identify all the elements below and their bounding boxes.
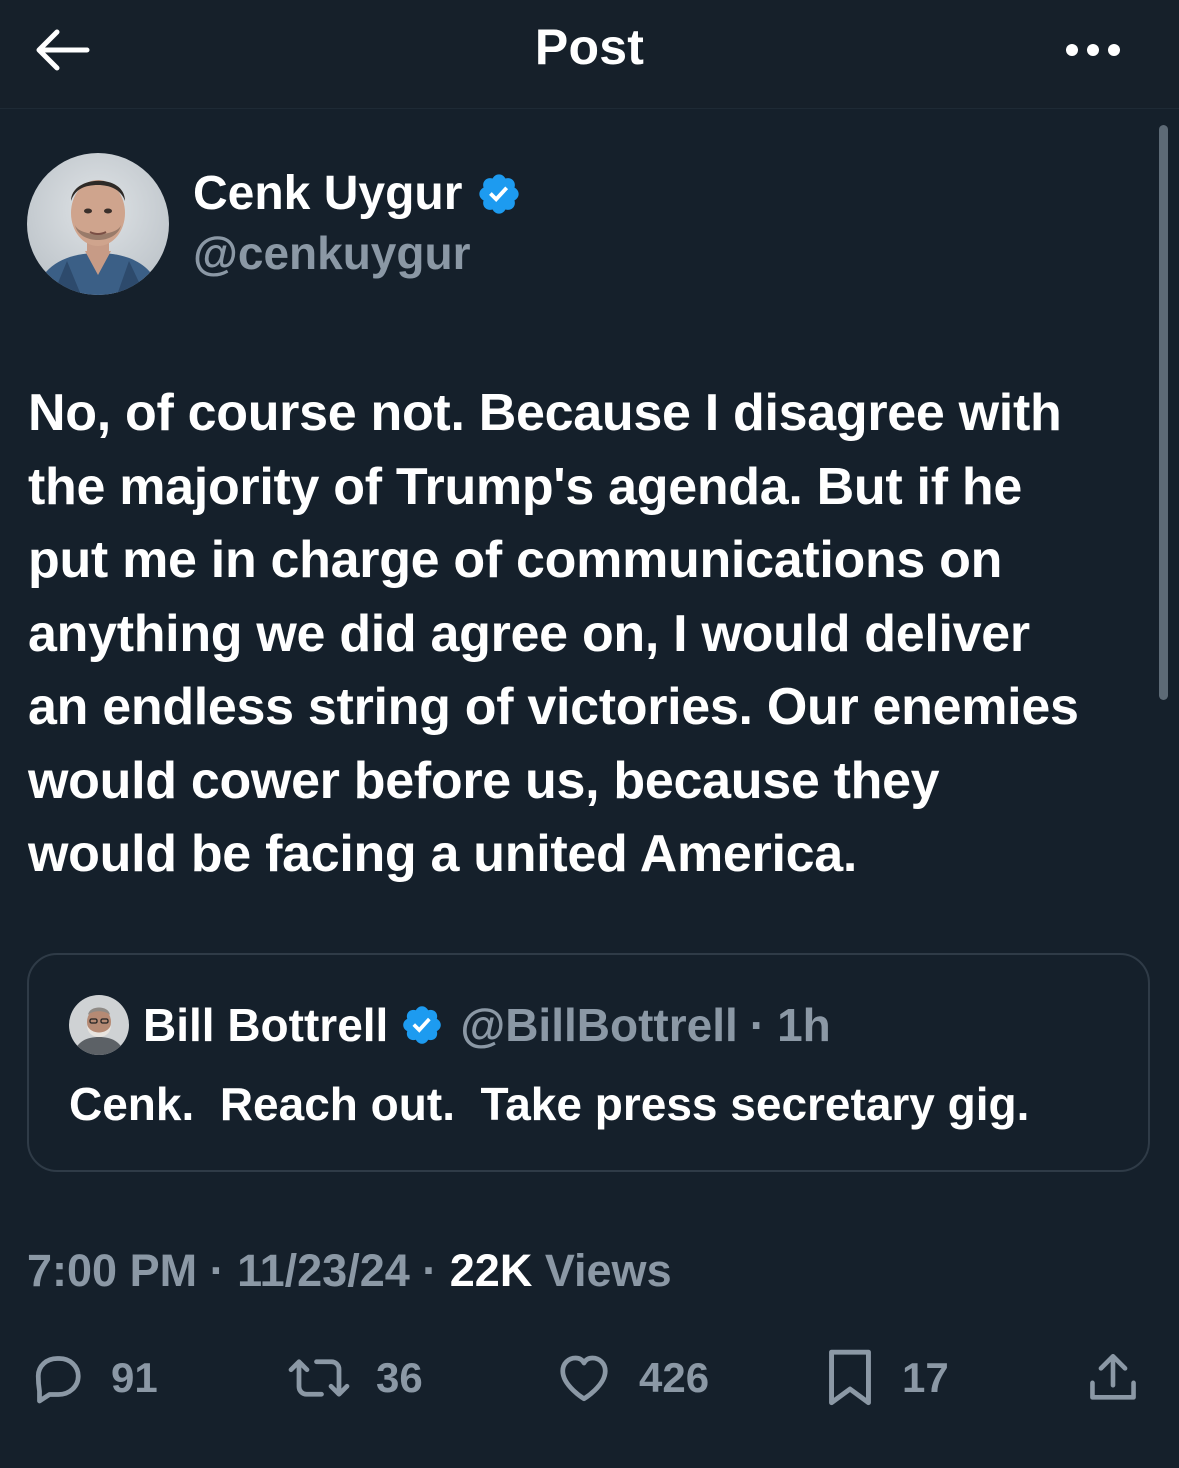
separator-dot: · — [197, 1245, 238, 1296]
reply-icon — [35, 1356, 81, 1404]
heart-icon — [560, 1355, 608, 1402]
author-name-row[interactable]: Cenk Uygur — [193, 166, 522, 221]
bookmark-button[interactable]: 17 — [822, 1340, 949, 1416]
post-date: 11/23/24 — [237, 1245, 410, 1296]
reply-count: 91 — [111, 1354, 158, 1401]
more-options-button[interactable] — [1057, 30, 1129, 70]
quoted-author-name: Bill Bottrell — [143, 999, 389, 1051]
quoted-post-card[interactable]: Bill Bottrell @BillBottrell · 1h Cenk. R… — [27, 953, 1150, 1172]
share-icon — [1090, 1353, 1136, 1400]
views-label: Views — [532, 1245, 672, 1296]
post-line: anything we did agree on, I would delive… — [28, 604, 1030, 663]
quoted-post-text: Cenk. Reach out. Take press secretary gi… — [69, 1078, 1030, 1130]
repost-icon — [288, 1359, 350, 1397]
quoted-author-avatar — [69, 995, 129, 1055]
repost-button[interactable]: 36 — [286, 1340, 423, 1416]
like-button[interactable]: 426 — [553, 1340, 709, 1416]
author-handle[interactable]: @cenkuygur — [193, 226, 470, 280]
separator-dot: · — [409, 1245, 450, 1296]
verified-badge-icon — [403, 1006, 442, 1044]
views-count[interactable]: 22K — [450, 1245, 533, 1296]
post-line: would cower before us, because they — [28, 751, 940, 810]
page-title: Post — [534, 19, 645, 75]
bookmark-count: 17 — [902, 1354, 949, 1401]
reply-button[interactable]: 91 — [27, 1340, 158, 1416]
post-meta: 7:00 PM · 11/23/24 · 22K Views — [27, 1245, 672, 1297]
avatar-image — [27, 153, 169, 295]
post-line: No, of course not. Because I disagree wi… — [28, 384, 1062, 442]
repost-count: 36 — [376, 1354, 423, 1401]
post-line: would be facing a united America. — [28, 825, 857, 883]
quoted-post-header: Bill Bottrell @BillBottrell · 1h — [69, 995, 831, 1055]
post-line: an endless string of victories. Our enem… — [28, 678, 1079, 736]
verified-badge-icon — [479, 173, 520, 214]
post-line: the majority of Trump's agenda. But if h… — [28, 457, 1022, 516]
bookmark-icon — [829, 1349, 871, 1406]
quoted-author-handle: @BillBottrell — [460, 999, 738, 1051]
more-horizontal-icon — [1066, 44, 1078, 56]
post-text: No, of course not. Because I disagree wi… — [28, 377, 1153, 892]
post-time: 7:00 PM — [27, 1245, 198, 1296]
post-page: Post Cenk Uygur @cenkuygur No, of course… — [0, 0, 1179, 1468]
quoted-avatar-image — [69, 995, 129, 1055]
scrollbar[interactable] — [1159, 125, 1168, 700]
share-button[interactable] — [1084, 1340, 1142, 1416]
post-line: put me in charge of communications on — [28, 531, 1003, 589]
like-count: 426 — [639, 1354, 710, 1401]
author-name: Cenk Uygur — [193, 167, 463, 220]
action-bar: 91 36 426 17 — [0, 1340, 1179, 1420]
quoted-post-time: 1h — [777, 999, 831, 1051]
top-bar: Post — [0, 0, 1179, 109]
separator-dot: · — [749, 999, 766, 1051]
author-avatar[interactable] — [27, 153, 169, 295]
